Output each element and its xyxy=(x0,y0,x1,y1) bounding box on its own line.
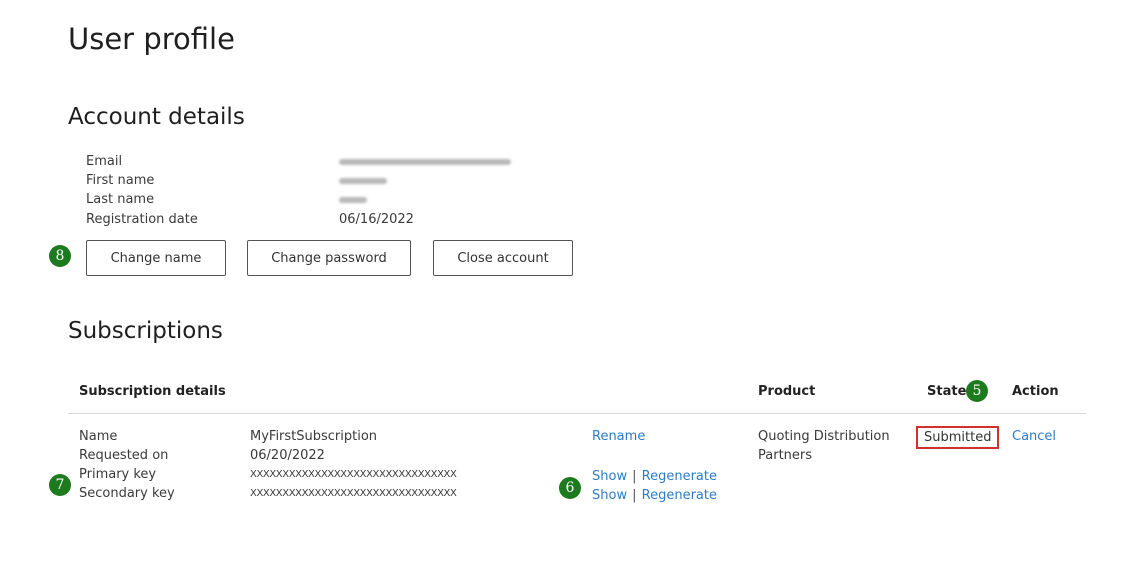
last-name-value-redacted xyxy=(339,190,367,209)
cancel-subscription-link[interactable]: Cancel xyxy=(1012,427,1056,446)
annotation-badge-5: 5 xyxy=(966,380,988,402)
column-header-product: Product xyxy=(758,384,816,399)
annotation-badge-8: 8 xyxy=(49,245,71,267)
account-details-heading: Account details xyxy=(68,104,245,130)
subscription-name-value: MyFirstSubscription xyxy=(250,429,378,444)
column-header-action: Action xyxy=(1012,384,1059,399)
annotation-badge-6: 6 xyxy=(559,477,581,499)
separator: | xyxy=(632,469,637,484)
primary-key-value: XXXXXXXXXXXXXXXXXXXXXXXXXXXXXXXX xyxy=(250,469,457,480)
rename-link[interactable]: Rename xyxy=(592,427,645,446)
email-label: Email xyxy=(86,154,123,169)
secondary-key-label: Secondary key xyxy=(79,486,175,501)
state-submitted-highlight: Submitted xyxy=(916,426,1000,449)
first-name-value-redacted xyxy=(339,171,387,190)
secondary-key-value: XXXXXXXXXXXXXXXXXXXXXXXXXXXXXXXX xyxy=(250,488,457,499)
primary-key-label: Primary key xyxy=(79,467,157,482)
requested-on-value: 06/20/2022 xyxy=(250,448,325,463)
annotation-badge-7: 7 xyxy=(49,474,71,496)
regenerate-primary-key-link[interactable]: Regenerate xyxy=(642,469,717,484)
page-title: User profile xyxy=(68,22,235,56)
email-value-redacted xyxy=(339,152,511,171)
subscriptions-heading: Subscriptions xyxy=(68,318,223,344)
change-name-button[interactable]: Change name xyxy=(86,240,226,276)
product-name-line-1: Quoting Distribution xyxy=(758,429,890,444)
column-header-state: State xyxy=(927,384,967,399)
last-name-label: Last name xyxy=(86,192,155,207)
regenerate-secondary-key-link[interactable]: Regenerate xyxy=(642,488,717,503)
table-header-divider xyxy=(68,413,1086,414)
subscription-name-label: Name xyxy=(79,429,118,444)
requested-on-label: Requested on xyxy=(79,448,169,463)
primary-key-actions: Show | Regenerate xyxy=(592,465,717,486)
first-name-label: First name xyxy=(86,173,155,188)
show-secondary-key-link[interactable]: Show xyxy=(592,488,627,503)
close-account-button[interactable]: Close account xyxy=(433,240,573,276)
change-password-button[interactable]: Change password xyxy=(247,240,411,276)
column-header-subscription-details: Subscription details xyxy=(79,384,226,399)
registration-date-value: 06/16/2022 xyxy=(339,212,414,227)
product-name-line-2: Partners xyxy=(758,448,813,463)
registration-date-label: Registration date xyxy=(86,212,198,227)
secondary-key-actions: Show | Regenerate xyxy=(592,484,717,505)
show-primary-key-link[interactable]: Show xyxy=(592,469,627,484)
separator: | xyxy=(632,488,637,503)
